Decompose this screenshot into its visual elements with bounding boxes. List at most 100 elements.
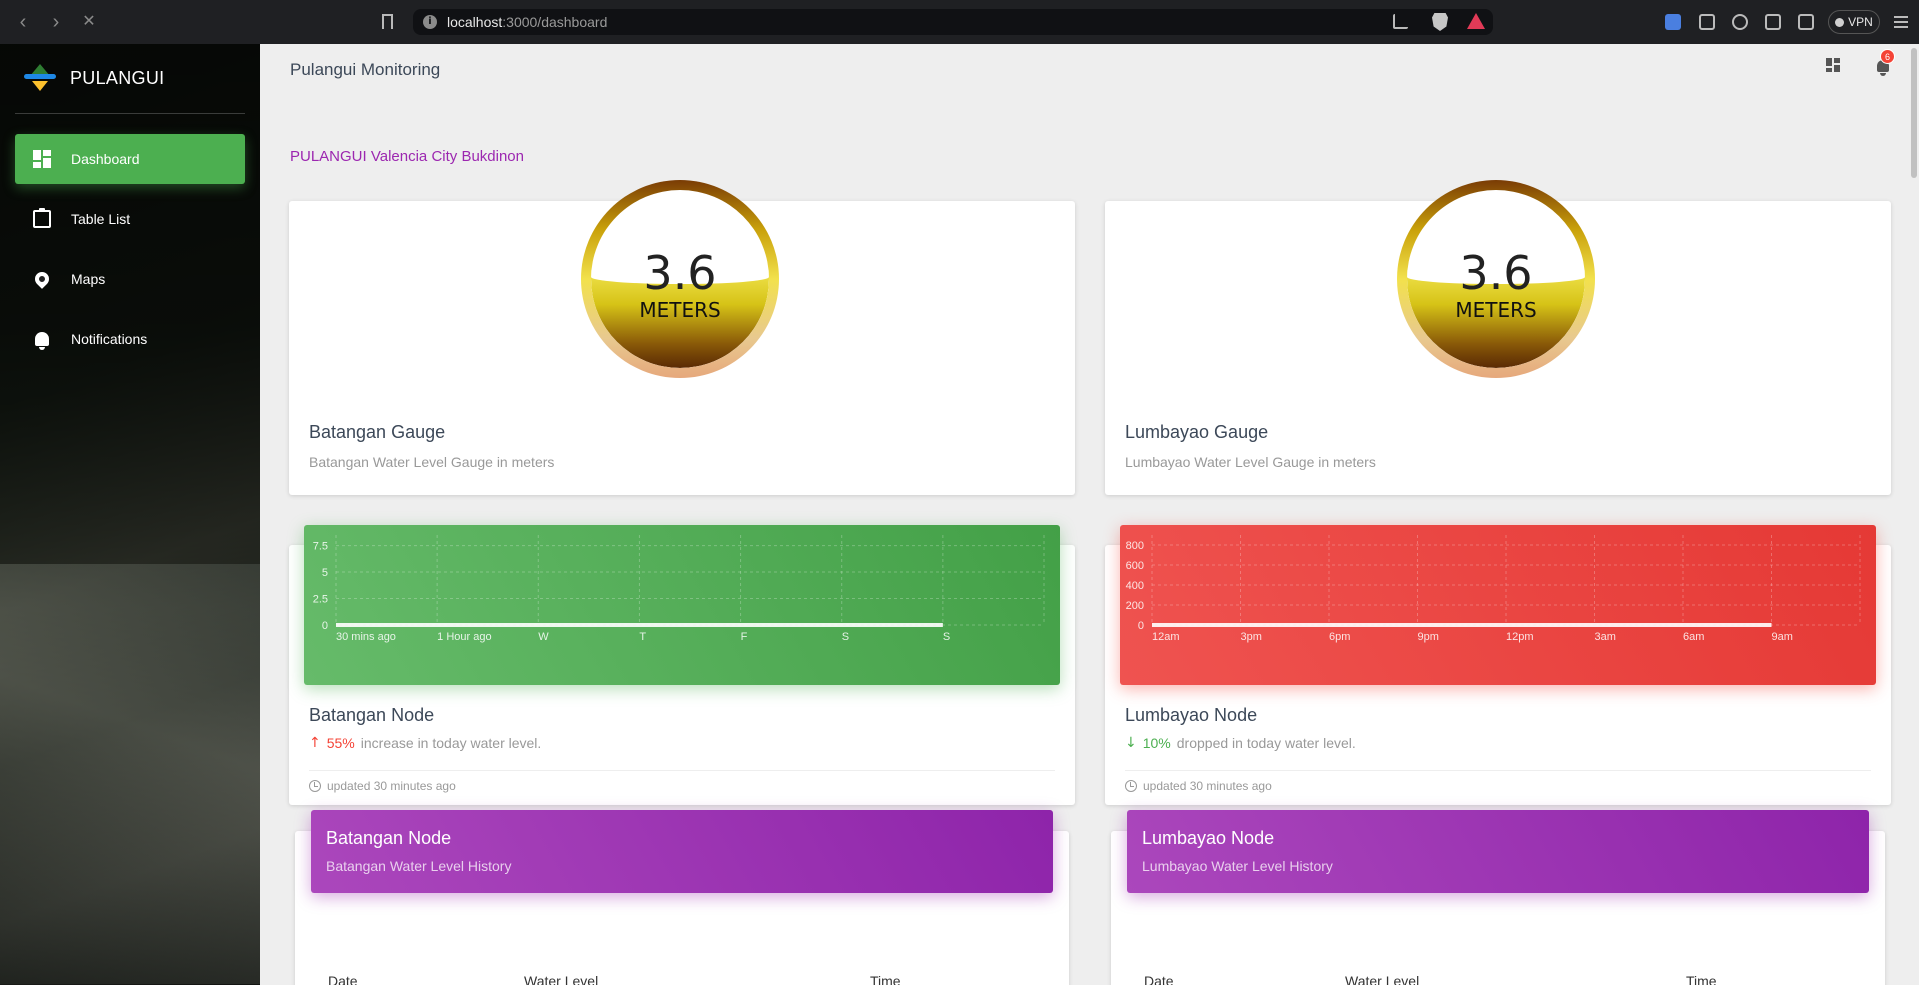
y-tick-label: 0 <box>322 620 328 632</box>
column-header-water-level[interactable]: Water Level <box>1345 973 1419 985</box>
x-tick-label: 1 Hour ago <box>437 631 491 643</box>
brand-divider <box>15 113 245 114</box>
sidebar: PULANGUI Dashboard Table List Maps Notif… <box>0 44 260 985</box>
gauge-unit: METERS <box>1455 298 1537 322</box>
card-divider <box>309 770 1055 771</box>
forward-icon[interactable]: › <box>45 11 67 33</box>
column-header-water-level[interactable]: Water Level <box>524 973 598 985</box>
card-subtitle: Batangan Water Level Gauge in meters <box>309 454 555 470</box>
gauge-value: 3.6 <box>1459 246 1533 300</box>
x-tick-label: W <box>538 631 549 643</box>
updated-text: updated 30 minutes ago <box>327 779 456 793</box>
x-tick-label: F <box>741 631 748 643</box>
browser-toolbar: ‹ › ✕ i localhost:3000/dashboard VPN <box>0 0 1919 44</box>
translate-extension-icon[interactable] <box>1665 14 1681 30</box>
x-tick-label: 9pm <box>1418 631 1439 643</box>
clock-icon <box>1125 780 1137 792</box>
updated-text: updated 30 minutes ago <box>1143 779 1272 793</box>
x-tick-label: 9am <box>1772 631 1793 643</box>
sidebar-item-table-list[interactable]: Table List <box>15 194 245 244</box>
x-tick-label: 3pm <box>1241 631 1262 643</box>
page-scrollbar[interactable] <box>1909 44 1919 985</box>
bell-icon <box>35 332 49 350</box>
x-tick-label: T <box>639 631 646 643</box>
y-tick-label: 5 <box>322 567 328 579</box>
chart-svg: 0 200 400 600 800 12am 3pm 6pm 9pm 12pm 3am 6am 9am <box>1126 535 1861 643</box>
column-header-time[interactable]: Time <box>1686 973 1717 985</box>
change-percent: 10% <box>1142 735 1171 751</box>
card-title: Lumbayao Node <box>1125 705 1258 725</box>
x-tick-label: 12pm <box>1506 631 1534 643</box>
card-title: Batangan Node <box>309 705 435 725</box>
water-level-change: ↑ 55% increase in today water level. <box>309 735 541 751</box>
gauge-value: 3.6 <box>643 246 717 300</box>
back-icon[interactable]: ‹ <box>12 11 34 33</box>
sidebar-item-label: Table List <box>71 211 131 227</box>
vpn-status-icon <box>1835 17 1845 27</box>
brand-name: PULANGUI <box>70 67 165 88</box>
brand[interactable]: PULANGUI <box>24 64 164 92</box>
change-text: increase in today water level. <box>360 735 542 751</box>
page-title[interactable]: Pulangui Monitoring <box>290 60 440 80</box>
y-tick-label: 7.5 <box>313 541 328 553</box>
history-title: Lumbayao Node <box>1142 828 1275 848</box>
change-text: dropped in today water level. <box>1176 735 1356 751</box>
sidebar-item-label: Notifications <box>71 331 148 347</box>
sidebar-toggle-icon[interactable] <box>1765 14 1781 30</box>
batangan-water-level-chart: 0 2.5 5 7.5 30 mins ago 1 Hour ago W T F S S <box>304 525 1060 685</box>
x-tick-label: S <box>943 631 950 643</box>
y-tick-label: 0 <box>1138 620 1144 632</box>
sidebar-item-notifications[interactable]: Notifications <box>15 314 245 364</box>
batangan-history-header: Batangan Node Batangan Water Level Histo… <box>311 810 1053 893</box>
stop-loading-icon[interactable]: ✕ <box>78 11 100 33</box>
brave-rewards-icon[interactable] <box>1467 13 1485 29</box>
site-info-icon[interactable]: i <box>423 15 437 29</box>
history-subtitle: Lumbayao Water Level History <box>1142 858 1333 874</box>
sidebar-item-maps[interactable]: Maps <box>15 254 245 304</box>
y-tick-label: 400 <box>1126 580 1144 592</box>
main-content: Pulangui Monitoring 6 PULANGUI Valencia … <box>260 44 1919 985</box>
wallet-icon[interactable] <box>1798 14 1814 30</box>
y-tick-label: 600 <box>1126 560 1144 572</box>
column-header-date[interactable]: Date <box>1144 973 1174 985</box>
pulangui-logo-icon <box>24 64 56 92</box>
card-subtitle: Lumbayao Water Level Gauge in meters <box>1125 454 1376 470</box>
lumbayao-water-gauge: 3.6 METERS <box>1397 180 1595 378</box>
scrollbar-thumb[interactable] <box>1911 48 1917 178</box>
chart-svg: 0 2.5 5 7.5 30 mins ago 1 Hour ago W T F S S <box>313 535 1045 643</box>
gauge-unit: METERS <box>639 298 721 322</box>
column-header-time[interactable]: Time <box>870 973 901 985</box>
share-icon[interactable] <box>1393 14 1408 29</box>
x-tick-label: 6am <box>1683 631 1704 643</box>
arrow-down-icon: ↓ <box>1125 735 1137 751</box>
sidebar-item-label: Dashboard <box>71 151 140 167</box>
change-percent: 55% <box>326 735 355 751</box>
x-tick-label: 3am <box>1595 631 1616 643</box>
lumbayao-history-header: Lumbayao Node Lumbayao Water Level Histo… <box>1127 810 1869 893</box>
bookmark-icon[interactable] <box>382 14 393 29</box>
water-level-change: ↓ 10% dropped in today water level. <box>1125 735 1356 751</box>
arrow-up-icon: ↑ <box>309 735 321 751</box>
sidebar-item-dashboard[interactable]: Dashboard <box>15 134 245 184</box>
x-tick-label: 30 mins ago <box>336 631 396 643</box>
card-divider <box>1125 770 1871 771</box>
lumbayao-water-level-chart: 0 200 400 600 800 12am 3pm 6pm 9pm 12pm 3am 6am 9am <box>1120 525 1876 685</box>
card-title: Batangan Gauge <box>309 422 446 442</box>
history-title: Batangan Node <box>326 828 452 848</box>
url-text: localhost:3000/dashboard <box>447 14 608 30</box>
column-header-date[interactable]: Date <box>328 973 358 985</box>
y-tick-label: 2.5 <box>313 594 328 606</box>
updated-status: updated 30 minutes ago <box>1125 779 1272 793</box>
dashboard-grid-icon[interactable] <box>1826 58 1840 72</box>
vpn-button[interactable]: VPN <box>1828 10 1880 34</box>
vpn-label: VPN <box>1848 15 1873 29</box>
dashboard-icon <box>33 150 51 168</box>
extensions-icon[interactable] <box>1699 14 1715 30</box>
history-subtitle: Batangan Water Level History <box>326 858 512 874</box>
clipboard-icon <box>33 208 51 228</box>
location-pin-icon <box>32 269 52 289</box>
browser-menu-icon[interactable] <box>1894 16 1908 28</box>
media-icon[interactable] <box>1732 14 1748 30</box>
sidebar-item-label: Maps <box>71 271 106 287</box>
address-bar[interactable]: i localhost:3000/dashboard <box>413 9 1493 35</box>
